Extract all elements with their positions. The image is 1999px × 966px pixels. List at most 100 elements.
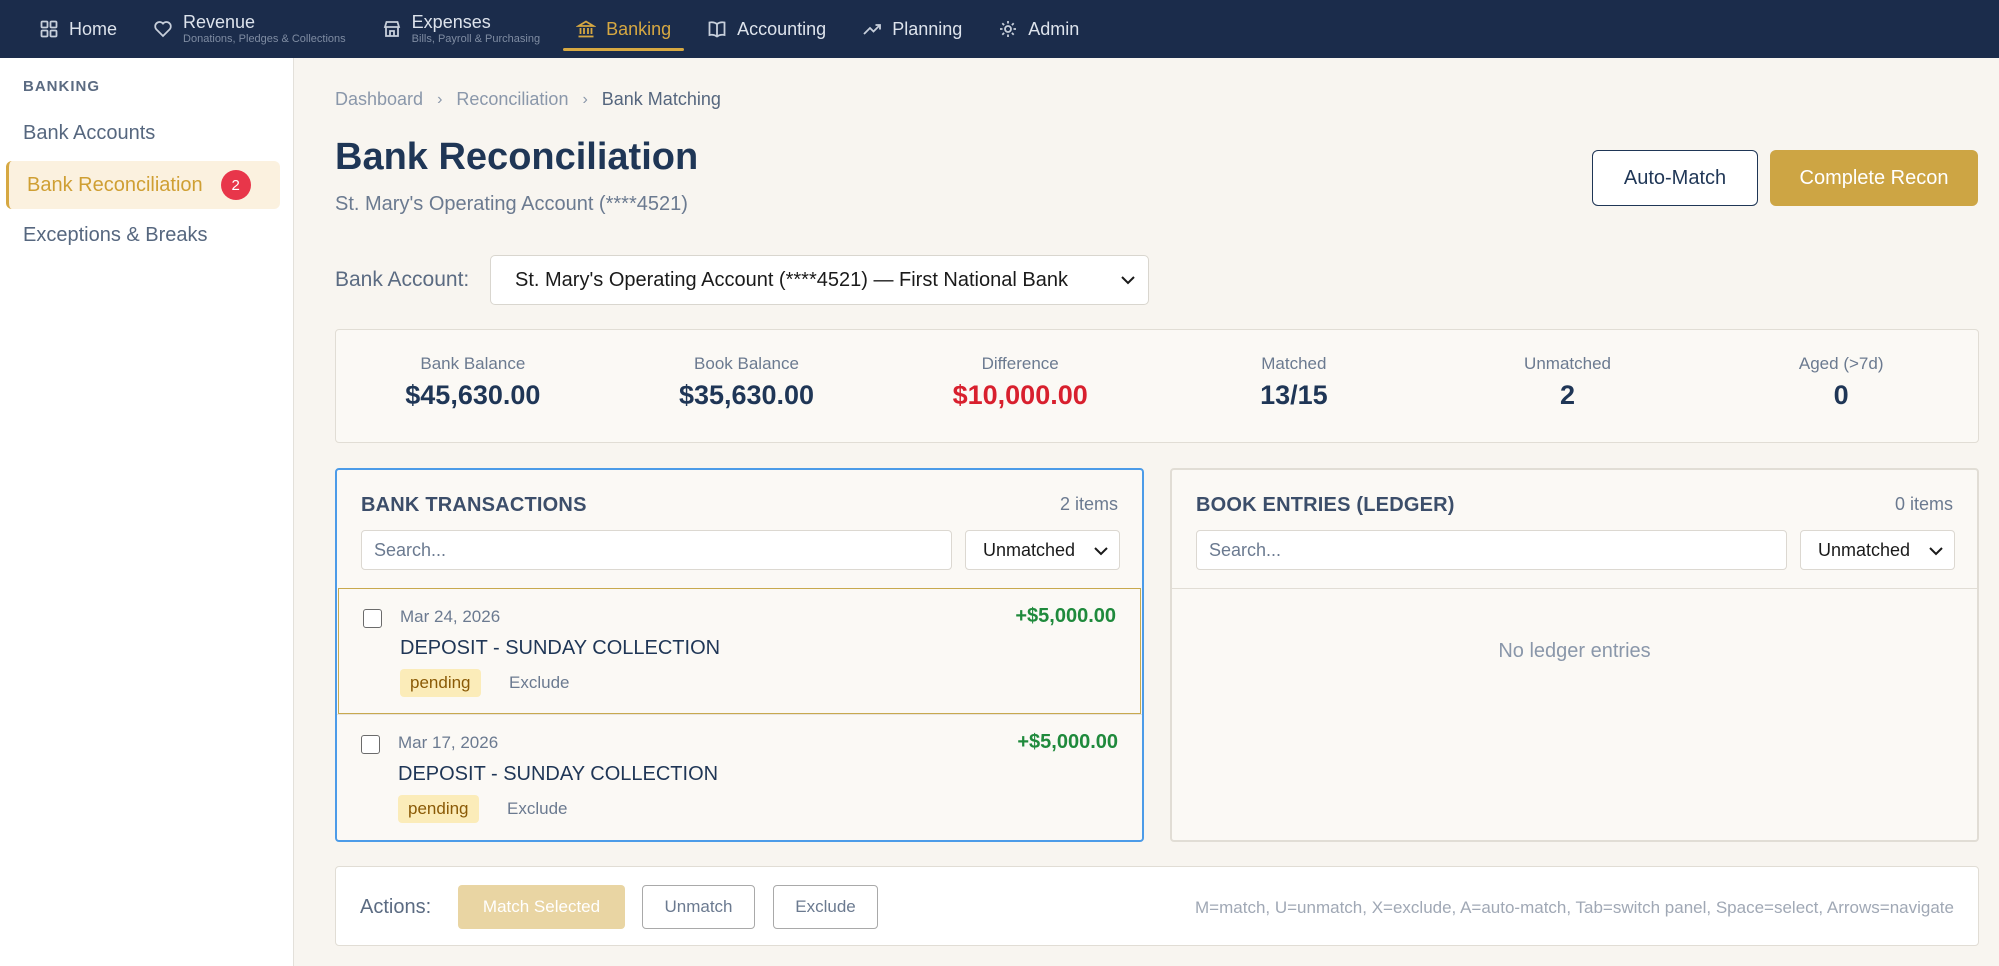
transaction-row[interactable]: Mar 24, 2026 DEPOSIT - SUNDAY COLLECTION… bbox=[338, 588, 1141, 714]
stat-label: Matched bbox=[1261, 354, 1327, 373]
sidebar: BANKING Bank Accounts Bank Reconciliatio… bbox=[0, 58, 294, 966]
stat-label: Bank Balance bbox=[420, 354, 526, 373]
nav-accounting[interactable]: Accounting bbox=[694, 0, 839, 58]
bank-search-input[interactable] bbox=[361, 530, 952, 570]
sidebar-item-exceptions[interactable]: Exceptions & Breaks bbox=[6, 211, 280, 259]
breadcrumb-reconciliation[interactable]: Reconciliation bbox=[456, 89, 568, 110]
stat-matched: Matched 13/15 bbox=[1157, 330, 1431, 442]
chevron-right-icon: › bbox=[437, 90, 443, 108]
nav-admin[interactable]: Admin bbox=[985, 0, 1092, 58]
stat-bank-balance: Bank Balance $45,630.00 bbox=[336, 330, 610, 442]
panel-count: 2 items bbox=[1059, 494, 1118, 514]
heart-icon bbox=[153, 19, 173, 39]
nav-revenue[interactable]: Revenue Donations, Pledges & Collections bbox=[140, 0, 359, 58]
count-badge: 2 bbox=[220, 170, 251, 200]
row-checkbox[interactable] bbox=[361, 735, 380, 754]
chevron-right-icon: › bbox=[582, 90, 588, 108]
stat-value: $45,630.00 bbox=[405, 380, 541, 410]
store-icon bbox=[382, 19, 402, 39]
trend-up-icon bbox=[862, 19, 882, 39]
stat-unmatched: Unmatched 2 bbox=[1431, 330, 1705, 442]
transaction-date: Mar 17, 2026 bbox=[398, 733, 499, 752]
bank-account-label: Bank Account: bbox=[335, 268, 470, 291]
nav-home-label: Home bbox=[69, 19, 118, 39]
actions-label: Actions: bbox=[360, 896, 432, 918]
top-nav: Home Revenue Donations, Pledges & Collec… bbox=[0, 0, 1999, 58]
panel-title: BANK TRANSACTIONS bbox=[361, 494, 587, 516]
sidebar-item-bank-accounts[interactable]: Bank Accounts bbox=[6, 109, 280, 157]
stat-value: 13/15 bbox=[1260, 380, 1328, 410]
nav-planning[interactable]: Planning bbox=[849, 0, 975, 58]
book-entries-panel[interactable]: BOOK ENTRIES (LEDGER) 0 items Unmatched … bbox=[1170, 468, 1979, 842]
home-grid-icon bbox=[39, 19, 59, 39]
stat-aged: Aged (>7d) 0 bbox=[1704, 330, 1978, 442]
bank-icon bbox=[576, 19, 597, 39]
match-selected-button[interactable]: Match Selected bbox=[458, 885, 625, 929]
panel-count: 0 items bbox=[1894, 494, 1953, 514]
nav-admin-label: Admin bbox=[1028, 19, 1080, 39]
chevron-down-icon bbox=[1929, 547, 1943, 556]
chevron-down-icon bbox=[1121, 276, 1135, 285]
stat-book-balance: Book Balance $35,630.00 bbox=[610, 330, 884, 442]
stat-label: Book Balance bbox=[694, 354, 799, 373]
sidebar-item-label: Exceptions & Breaks bbox=[23, 223, 208, 246]
bank-filter-select[interactable]: Unmatched bbox=[965, 530, 1120, 570]
auto-match-button[interactable]: Auto-Match bbox=[1592, 150, 1758, 206]
stat-value: $35,630.00 bbox=[678, 380, 815, 410]
exclude-button[interactable]: Exclude bbox=[773, 885, 878, 929]
empty-state: No ledger entries bbox=[1498, 640, 1651, 662]
nav-accounting-label: Accounting bbox=[737, 19, 827, 39]
row-checkbox[interactable] bbox=[363, 609, 382, 628]
nav-banking[interactable]: Banking bbox=[563, 0, 685, 58]
panel-title: BOOK ENTRIES (LEDGER) bbox=[1196, 494, 1455, 516]
stat-label: Aged (>7d) bbox=[1798, 354, 1884, 373]
sidebar-item-label: Bank Reconciliation bbox=[27, 173, 203, 196]
bank-transactions-panel[interactable]: BANK TRANSACTIONS 2 items Unmatched Mar … bbox=[335, 468, 1144, 842]
status-badge: pending bbox=[398, 795, 479, 823]
transaction-amount: +$5,000.00 bbox=[1017, 731, 1118, 753]
bank-account-value: St. Mary's Operating Account (****4521) … bbox=[515, 268, 1068, 291]
nav-expenses-label: Expenses bbox=[411, 12, 491, 32]
stat-value: 0 bbox=[1833, 380, 1849, 410]
breadcrumb-dashboard[interactable]: Dashboard bbox=[335, 89, 423, 110]
nav-home[interactable]: Home bbox=[26, 0, 130, 58]
chevron-down-icon bbox=[1094, 547, 1108, 556]
transaction-row[interactable]: Mar 17, 2026 DEPOSIT - SUNDAY COLLECTION… bbox=[337, 714, 1142, 840]
nav-banking-label: Banking bbox=[606, 19, 672, 39]
book-search-input[interactable] bbox=[1196, 530, 1787, 570]
keyboard-shortcuts-hint: M=match, U=unmatch, X=exclude, A=auto-ma… bbox=[1195, 898, 1954, 917]
exclude-link[interactable]: Exclude bbox=[507, 799, 567, 819]
book-filter-select[interactable]: Unmatched bbox=[1800, 530, 1955, 570]
nav-planning-label: Planning bbox=[892, 19, 963, 39]
page-title: Bank Reconciliation bbox=[335, 136, 699, 178]
filter-value: Unmatched bbox=[983, 539, 1076, 560]
filter-value: Unmatched bbox=[1818, 539, 1911, 560]
bank-account-select[interactable]: St. Mary's Operating Account (****4521) … bbox=[490, 255, 1149, 305]
transaction-amount: +$5,000.00 bbox=[1015, 605, 1116, 627]
stat-difference: Difference $10,000.00 bbox=[883, 330, 1157, 442]
page-subtitle: St. Mary's Operating Account (****4521) bbox=[335, 193, 688, 215]
stat-value: 2 bbox=[1560, 380, 1576, 410]
nav-revenue-label: Revenue bbox=[183, 12, 256, 32]
divider bbox=[1172, 588, 1977, 589]
stat-label: Unmatched bbox=[1524, 354, 1611, 373]
stat-value: $10,000.00 bbox=[952, 380, 1088, 410]
breadcrumb-current: Bank Matching bbox=[601, 89, 721, 109]
exclude-link[interactable]: Exclude bbox=[509, 673, 569, 693]
actions-bar: Actions: Match Selected Unmatch Exclude … bbox=[335, 866, 1979, 946]
stat-label: Difference bbox=[981, 354, 1059, 373]
transaction-description: DEPOSIT - SUNDAY COLLECTION bbox=[400, 637, 721, 659]
complete-recon-button[interactable]: Complete Recon bbox=[1770, 150, 1978, 206]
sidebar-item-bank-reconciliation[interactable]: Bank Reconciliation 2 bbox=[6, 161, 280, 209]
nav-expenses[interactable]: Expenses Bills, Payroll & Purchasing bbox=[369, 0, 553, 58]
status-badge: pending bbox=[400, 669, 481, 697]
gear-icon bbox=[998, 19, 1018, 39]
sidebar-item-label: Bank Accounts bbox=[23, 121, 156, 144]
transaction-date: Mar 24, 2026 bbox=[400, 607, 501, 626]
stats-bar: Bank Balance $45,630.00 Book Balance $35… bbox=[335, 329, 1979, 443]
nav-expenses-sub: Bills, Payroll & Purchasing bbox=[411, 33, 541, 45]
nav-revenue-sub: Donations, Pledges & Collections bbox=[183, 33, 346, 45]
unmatch-button[interactable]: Unmatch bbox=[642, 885, 755, 929]
transaction-description: DEPOSIT - SUNDAY COLLECTION bbox=[398, 763, 719, 785]
sidebar-heading: BANKING bbox=[23, 78, 100, 95]
